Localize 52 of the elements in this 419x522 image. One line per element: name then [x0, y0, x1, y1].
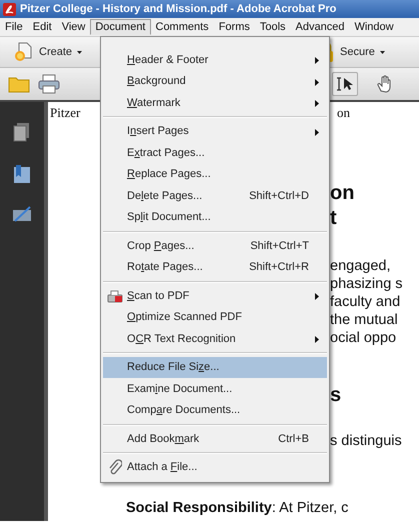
body-text: the mutual — [330, 311, 399, 329]
menu-bar-item[interactable]: Forms — [214, 19, 255, 35]
body-text: engaged, — [330, 257, 392, 275]
menu-item[interactable]: Rotate Pages... Shift+Ctrl+R — [103, 256, 327, 278]
paperclip-icon — [108, 459, 122, 476]
menu-bar-item[interactable]: View — [56, 19, 90, 35]
body-text: ocial oppo — [330, 329, 398, 347]
menu-bar-item[interactable]: Comments — [150, 19, 214, 35]
body-text: Social Responsibility: At Pitzer, c — [126, 500, 350, 516]
heading: s — [330, 383, 342, 408]
menu-item[interactable]: Header & Footer — [103, 49, 327, 70]
pages-icon[interactable] — [13, 122, 31, 142]
menu-item[interactable]: Scan to PDF — [103, 285, 327, 306]
signature-icon[interactable] — [12, 206, 32, 222]
document-sun-icon — [12, 41, 34, 63]
menu-item[interactable]: Optimize Scanned PDF — [103, 306, 327, 328]
body-text: s distinguis — [330, 432, 403, 450]
caret-icon — [380, 50, 385, 54]
menu-item[interactable]: Split Document... — [103, 206, 327, 228]
task-button[interactable]: Create — [8, 39, 86, 65]
menu-item[interactable]: Delete Pages... Shift+Ctrl+D — [103, 185, 327, 206]
menu-bar-item[interactable]: Window — [349, 19, 399, 35]
menu-item[interactable]: OCR Text Recognition — [103, 328, 327, 350]
menu-bar-item[interactable]: Advanced — [290, 19, 350, 35]
scanner-icon — [107, 288, 123, 303]
window-title: Pitzer College - History and Mission.pdf - Adobe Acrobat Pro — [20, 3, 336, 15]
document-text: Pitzer — [50, 105, 80, 121]
body-text: faculty and — [330, 293, 402, 311]
menu-item[interactable]: Crop Pages... Shift+Ctrl+T — [103, 235, 327, 256]
tool-button[interactable] — [332, 72, 358, 96]
caret-icon — [77, 50, 82, 54]
menu-item[interactable]: Replace Pages... — [103, 164, 327, 185]
menu-item[interactable]: Reduce File Size... — [103, 356, 327, 378]
printer-icon[interactable] — [38, 74, 60, 94]
body-text: phasizing s — [330, 275, 404, 293]
heading: t — [330, 206, 338, 231]
menu-item[interactable]: Insert Pages — [103, 120, 327, 142]
menu-item[interactable]: Attach a File... — [103, 456, 327, 478]
document-text: on — [337, 105, 350, 121]
menu-bar-item[interactable]: Tools — [254, 19, 291, 35]
menu-item[interactable]: Extract Pages... — [103, 142, 327, 164]
menu-item[interactable]: Compare Documents... — [103, 400, 327, 421]
heading: on — [330, 181, 356, 206]
menu-item[interactable]: Add Bookmark Ctrl+B — [103, 428, 327, 450]
menu-bar-item[interactable]: Edit — [28, 19, 57, 35]
menu-item[interactable]: Examine Document... — [103, 378, 327, 400]
bookmark-icon[interactable] — [13, 164, 31, 184]
menu-bar-item[interactable]: File — [0, 19, 28, 35]
menu-bar-item[interactable]: Document — [90, 19, 150, 35]
menu-item[interactable]: Watermark — [103, 92, 327, 114]
pdf-icon — [3, 2, 16, 16]
select-tool-icon — [335, 76, 355, 92]
